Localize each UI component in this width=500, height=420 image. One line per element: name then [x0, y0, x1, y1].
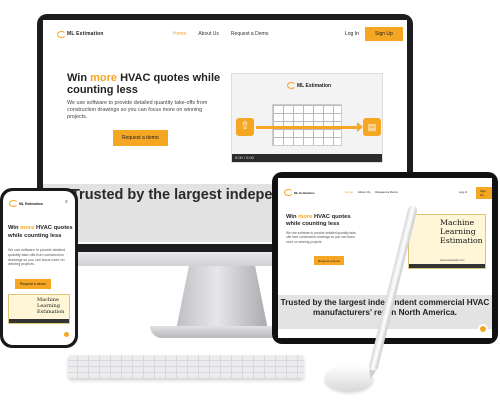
phone-video-title: Machine Learning Estimation [37, 297, 65, 316]
signup-button[interactable]: Sign Up [365, 27, 403, 41]
tablet-title-accent: more [298, 214, 313, 220]
menu-icon[interactable]: ≡ [65, 199, 68, 205]
phone-hero-description: We use software to provide detailed quan… [8, 248, 66, 267]
tablet-logo[interactable]: ML Estimation [284, 189, 314, 196]
request-demo-button[interactable]: Request a demo [113, 130, 168, 146]
hero-title: Win more HVAC quotes while counting less [67, 72, 227, 96]
phone-screen: ML Estimation ≡ Win more HVAC quotes whi… [3, 191, 75, 345]
upload-icon: ⇧ [236, 118, 254, 136]
logo-text: ML Estimation [67, 31, 104, 37]
hero-description: We use software to provide detailed quan… [67, 100, 208, 120]
tablet-video-controls[interactable] [409, 264, 485, 268]
video-logo-text: ML Estimation [297, 82, 332, 89]
phone-hero-title: Win more HVAC quotes while counting less [8, 224, 74, 240]
mouse [325, 365, 373, 391]
phone-video[interactable]: Machine Learning Estimation [8, 294, 70, 324]
explainer-video[interactable]: ML Estimation ⇧ ▤ 0:00 / 0:00 [231, 73, 383, 163]
tablet-video-url: www.mlestimation.com [440, 259, 465, 262]
tablet-login-link[interactable]: Log In [459, 190, 467, 194]
phone-title-accent: more [20, 225, 35, 231]
tablet-title-prefix: Win [286, 214, 299, 220]
desktop-nav-links: Home About Us Request a Demo [173, 31, 268, 37]
desktop-logo[interactable]: ML Estimation [57, 30, 104, 38]
flow-arrow-icon [256, 126, 360, 129]
video-controls[interactable]: 0:00 / 0:00 [232, 154, 382, 162]
construction-drawing-image [272, 104, 342, 146]
tablet-nav-about[interactable]: About Us [358, 190, 370, 194]
tablet-hero-title: Win more HVAC quotes while counting less [286, 214, 366, 228]
monitor-stand [176, 266, 268, 330]
tablet-video[interactable]: Machine Learning Estimation www.mlestima… [408, 214, 486, 269]
phone-logo-text: ML Estimation [19, 201, 43, 206]
logo-mark-icon [9, 200, 18, 207]
tablet-logo-text: ML Estimation [294, 190, 315, 195]
phone-device: ML Estimation ≡ Win more HVAC quotes whi… [0, 188, 78, 348]
video-logo: ML Estimation [287, 82, 331, 89]
phone-video-controls[interactable] [9, 319, 69, 323]
logo-mark-icon [57, 30, 66, 38]
video-time: 0:00 / 0:00 [235, 155, 254, 160]
tablet-nav-links: Home About Us Request a Demo [345, 190, 398, 194]
nav-home-link[interactable]: Home [173, 31, 186, 37]
phone-chat-button[interactable] [62, 330, 71, 339]
hero-title-accent: more [90, 72, 118, 84]
logo-mark-icon [287, 82, 296, 89]
tablet-hero-description: We use software to provide detailed quan… [286, 231, 357, 244]
tablet-video-title: Machine Learning Estimation [440, 218, 483, 245]
tablet-nav-demo[interactable]: Request a Demo [375, 190, 398, 194]
phone-request-demo-button[interactable]: Request a demo [15, 279, 51, 289]
tablet-request-demo-button[interactable]: Request a demo [314, 256, 345, 265]
tablet-signup-button[interactable]: Sign Up [476, 187, 492, 199]
keyboard [68, 355, 304, 379]
phone-logo[interactable]: ML Estimation [9, 200, 43, 207]
tablet-chat-button[interactable] [478, 324, 488, 334]
tablet-nav-home[interactable]: Home [345, 190, 353, 194]
login-link[interactable]: Log In [345, 31, 359, 37]
logo-mark-icon [284, 189, 293, 196]
hero-title-prefix: Win [67, 72, 91, 84]
chart-icon: ▤ [363, 118, 381, 136]
nav-request-demo-link[interactable]: Request a Demo [231, 31, 269, 37]
phone-title-prefix: Win [8, 225, 21, 231]
nav-about-link[interactable]: About Us [198, 31, 219, 37]
